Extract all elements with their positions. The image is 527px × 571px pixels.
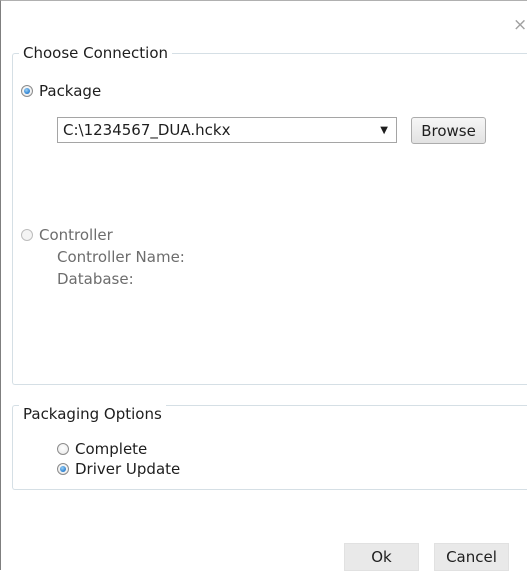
complete-radio[interactable] xyxy=(57,443,69,455)
ok-button-label: Ok xyxy=(371,548,392,566)
controller-radio[interactable] xyxy=(21,229,33,241)
choose-connection-dialog: × Choose Connection Package C:\1234567_D… xyxy=(0,0,527,571)
close-icon[interactable]: × xyxy=(513,15,527,35)
package-path-dropdown[interactable]: C:\1234567_DUA.hckx ▼ xyxy=(57,117,397,143)
controller-name-label: Controller Name: xyxy=(57,248,185,266)
database-label: Database: xyxy=(57,270,134,288)
package-label[interactable]: Package xyxy=(39,82,101,100)
controller-label[interactable]: Controller xyxy=(39,226,113,244)
choose-connection-group xyxy=(12,53,527,385)
complete-label[interactable]: Complete xyxy=(75,440,147,458)
driver-update-radio[interactable] xyxy=(57,463,69,475)
packaging-options-title: Packaging Options xyxy=(19,405,166,423)
choose-connection-title: Choose Connection xyxy=(19,44,173,62)
browse-button-label: Browse xyxy=(421,122,476,140)
cancel-button[interactable]: Cancel xyxy=(434,543,509,571)
browse-button[interactable]: Browse xyxy=(411,117,486,144)
package-radio[interactable] xyxy=(21,85,33,97)
driver-update-label[interactable]: Driver Update xyxy=(75,460,180,478)
cancel-button-label: Cancel xyxy=(446,548,497,566)
chevron-down-icon: ▼ xyxy=(380,125,388,136)
ok-button[interactable]: Ok xyxy=(344,543,419,571)
package-path-value: C:\1234567_DUA.hckx xyxy=(63,121,231,139)
